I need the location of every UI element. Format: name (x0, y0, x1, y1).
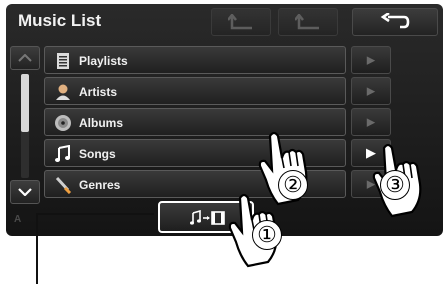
hand-pointer-3: ③ (370, 140, 440, 220)
top-level-button[interactable] (278, 8, 338, 36)
artist-icon (56, 84, 70, 100)
return-up-icon (295, 14, 319, 30)
play-button-albums[interactable]: ▶ (351, 108, 391, 136)
callout-line (36, 213, 154, 215)
up-level-button[interactable] (211, 8, 271, 36)
music-to-video-icon (190, 210, 225, 225)
back-arrow-icon (380, 13, 410, 29)
genre-icon (55, 176, 72, 194)
callout-number-2: ② (278, 170, 308, 200)
list-item-label: Genres (79, 178, 121, 192)
chevron-down-icon (18, 188, 32, 196)
scroll-track[interactable] (21, 74, 29, 178)
return-up-icon (228, 14, 252, 30)
playlist-icon (57, 53, 69, 69)
list-item-label: Artists (79, 85, 118, 99)
list-item-playlists[interactable]: Playlists (44, 46, 346, 74)
list-item-label: Playlists (79, 54, 128, 68)
play-button-artists[interactable]: ▶ (351, 77, 391, 105)
music-note-icon (55, 145, 70, 162)
callout-number-3: ③ (380, 170, 410, 200)
scroll-down-button[interactable] (10, 180, 40, 204)
chevron-up-icon (18, 54, 32, 62)
back-button[interactable] (352, 8, 438, 36)
hand-pointer-2: ② (256, 128, 326, 208)
scroll-bar (10, 46, 40, 206)
list-item-artists[interactable]: Artists (44, 77, 346, 105)
play-icon: ▶ (366, 85, 376, 98)
callout-line (36, 213, 38, 284)
play-icon: ▶ (366, 116, 376, 129)
scroll-up-button[interactable] (10, 46, 40, 70)
list-item-label: Albums (79, 116, 124, 130)
header: Music List (6, 4, 443, 40)
album-icon (55, 115, 71, 131)
callout-number-1: ① (252, 220, 282, 250)
faded-label: A (14, 214, 22, 225)
play-icon: ▶ (366, 54, 376, 67)
list-item-label: Songs (79, 147, 116, 161)
play-button-playlists[interactable]: ▶ (351, 46, 391, 74)
scroll-thumb[interactable] (21, 74, 29, 132)
page-title: Music List (18, 11, 102, 30)
